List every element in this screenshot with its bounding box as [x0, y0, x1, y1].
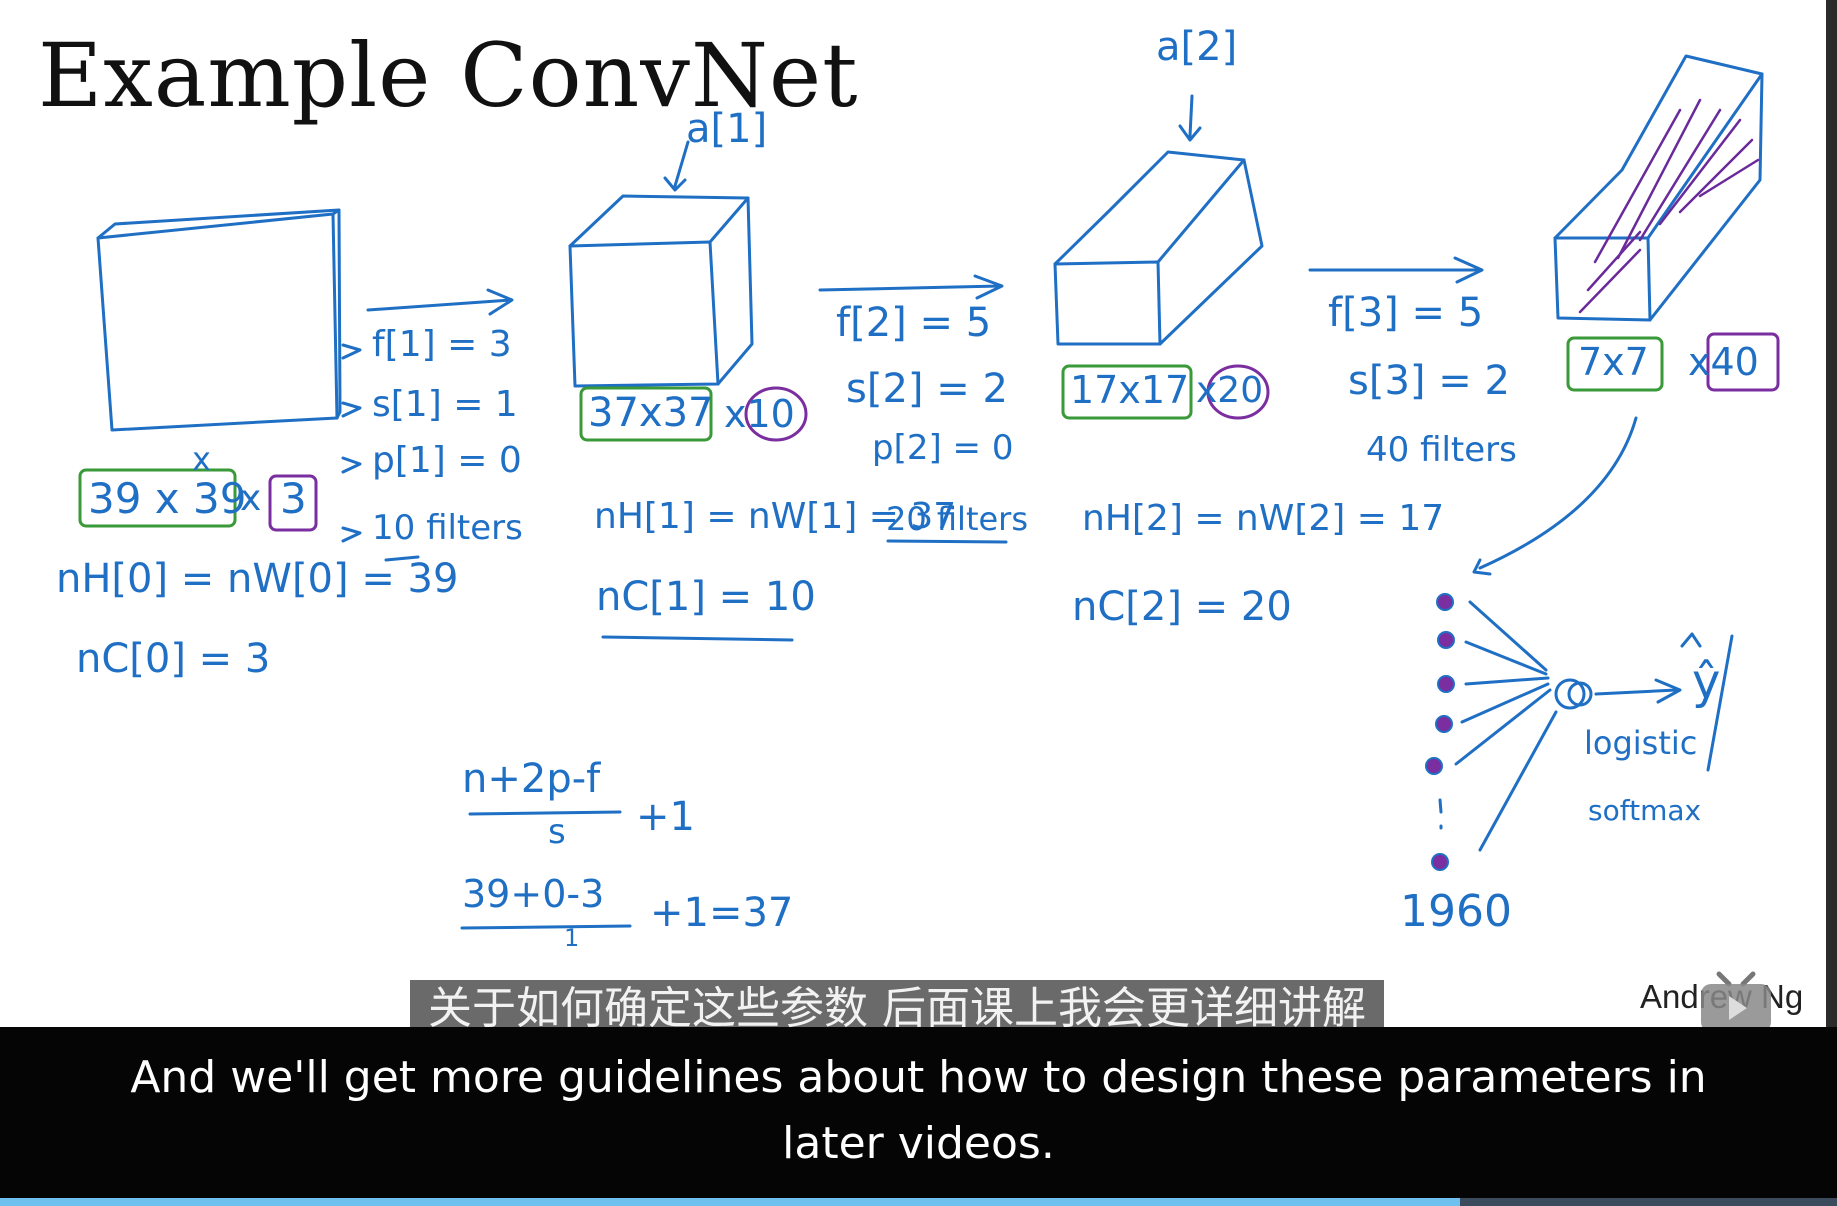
- english-subtitle-line2: later videos.: [782, 1118, 1055, 1169]
- layer2-channels: x20: [1196, 370, 1264, 411]
- layer0-channels: 3: [280, 474, 307, 523]
- formula-example-denominator: 1: [564, 924, 580, 952]
- logistic-label: logistic: [1584, 724, 1698, 762]
- layer1-channels: x10: [724, 392, 795, 436]
- formula-example-numerator: 39+0-3: [462, 872, 605, 916]
- arrow-layer2-layer3: [1308, 256, 1484, 284]
- english-subtitle-line1: And we'll get more guidelines about how …: [130, 1052, 1707, 1103]
- arrow-layer0-layer1: [366, 288, 514, 316]
- hyper1-f: f[1] = 3: [372, 324, 512, 365]
- input-volume: [96, 208, 342, 432]
- layer0-nc-eq: nC[0] = 3: [76, 636, 271, 682]
- hyper1-s: s[1] = 1: [372, 384, 518, 425]
- output-yhat: ŷ: [1692, 654, 1721, 710]
- layer2-activation: a[2]: [1156, 24, 1238, 70]
- hyper3-f: f[3] = 5: [1328, 290, 1484, 336]
- hyper1-filters: 10 filters: [372, 508, 523, 548]
- layer2-volume: [1053, 94, 1264, 346]
- layer2-nh-eq: nH[2] = nW[2] = 17: [1082, 498, 1445, 539]
- formula-numerator: n+2p-f: [462, 756, 601, 802]
- softmax-label: softmax: [1588, 794, 1702, 827]
- layer3-channels: x40: [1688, 340, 1759, 384]
- tv-icon: [1701, 971, 1771, 1032]
- video-frame[interactable]: Example ConvNet x 39 x 39 x 3 nH[0] = nW…: [0, 0, 1837, 1206]
- hyper2-f: f[2] = 5: [836, 300, 992, 346]
- layer1-activation: a[1]: [686, 106, 768, 152]
- hyper2-s: s[2] = 2: [846, 366, 1008, 412]
- video-progress-fill: [0, 1198, 1461, 1206]
- video-progress-bar[interactable]: [0, 1198, 1837, 1206]
- formula-denominator: s: [548, 812, 566, 852]
- hyper2-filters: 20 filters: [886, 500, 1028, 538]
- hyper1-p: p[1] = 0: [372, 440, 522, 481]
- layer1-volume: [568, 140, 754, 388]
- english-subtitle: And we'll get more guidelines about how …: [0, 1045, 1837, 1177]
- layer2-dims: 17x17: [1070, 368, 1190, 412]
- hyper3-s: s[3] = 2: [1348, 358, 1510, 404]
- formula-plus-one: +1: [636, 794, 695, 840]
- formula-example-result: +1=37: [650, 890, 794, 936]
- layer0-dims: 39 x 39: [88, 474, 247, 523]
- layer0-nh-eq: nH[0] = nW[0] = 39: [56, 556, 459, 602]
- layer3-volume: [1553, 54, 1764, 322]
- arrow-layer1-layer2: [818, 274, 1004, 300]
- layer2-nc-eq: nC[2] = 20: [1072, 584, 1292, 630]
- layer1-nc-eq: nC[1] = 10: [596, 574, 816, 620]
- hyper3-filters: 40 filters: [1366, 430, 1517, 470]
- layer0-channels-mult: x: [240, 478, 262, 519]
- hyper2-p: p[2] = 0: [872, 428, 1014, 468]
- frame-edge: [1826, 0, 1837, 1027]
- flattened-count: 1960: [1400, 886, 1512, 937]
- layer3-dims: 7x7: [1578, 340, 1649, 384]
- layer1-dims: 37x37: [588, 390, 714, 436]
- input-x-label: x: [192, 440, 211, 478]
